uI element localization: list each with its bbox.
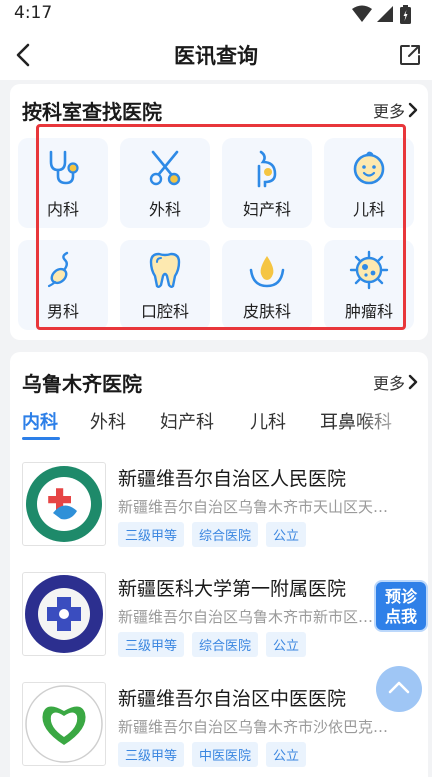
department-tile-internal[interactable]: 内科 bbox=[18, 138, 108, 228]
status-time: 4:17 bbox=[14, 3, 53, 23]
chevron-up-icon bbox=[388, 681, 410, 694]
department-tile-dental[interactable]: 口腔科 bbox=[120, 240, 210, 330]
baby-icon bbox=[353, 151, 385, 185]
tab-pediatrics[interactable]: 儿科 bbox=[250, 408, 286, 434]
hospital-emblem-icon bbox=[25, 575, 103, 653]
hospital-tags: 三级甲等 综合医院 公立 bbox=[118, 632, 307, 657]
department-tile-surgery[interactable]: 外科 bbox=[120, 138, 210, 228]
page-title: 医讯查询 bbox=[174, 44, 258, 68]
department-label: 妇产科 bbox=[242, 200, 291, 219]
department-card: 按科室查找医院 更多 内科 外科 妇产科 儿科 男科 口腔科 皮肤科 肿瘤科 bbox=[10, 84, 428, 340]
hospital-type-tag: 综合医院 bbox=[192, 632, 259, 657]
pregnant-icon bbox=[257, 150, 277, 188]
tab-surgery[interactable]: 外科 bbox=[90, 408, 126, 434]
chevron-right-icon bbox=[408, 374, 418, 390]
scissors-icon bbox=[149, 150, 181, 186]
department-tabs: 内科 外科 妇产科 儿科 耳鼻喉科 bbox=[22, 408, 416, 442]
department-tile-andrology[interactable]: 男科 bbox=[18, 240, 108, 330]
hospital-logo bbox=[22, 682, 106, 766]
hospital-address: 新疆维吾尔自治区乌鲁木齐市沙依巴克… bbox=[118, 718, 389, 736]
hospital-tags: 三级甲等 中医医院 公立 bbox=[118, 742, 307, 767]
department-section-title: 按科室查找医院 bbox=[22, 100, 162, 124]
hospital-type-tag: 综合医院 bbox=[192, 522, 259, 547]
hospital-card: 乌鲁木齐医院 更多 内科 外科 妇产科 儿科 耳鼻喉科 新疆维吾尔自治区人民医院… bbox=[10, 352, 428, 777]
department-tile-dermatology[interactable]: 皮肤科 bbox=[222, 240, 312, 330]
department-label: 肿瘤科 bbox=[344, 302, 393, 321]
signal-icon bbox=[377, 6, 393, 22]
tab-internal[interactable]: 内科 bbox=[22, 408, 58, 434]
nav-bar: 医讯查询 bbox=[0, 30, 432, 80]
tab-obgyn[interactable]: 妇产科 bbox=[160, 408, 214, 434]
battery-icon bbox=[400, 5, 411, 24]
status-bar: 4:17 bbox=[0, 0, 432, 30]
hospital-logo bbox=[22, 572, 106, 656]
hospital-emblem-icon bbox=[25, 685, 103, 763]
hospital-level-tag: 三级甲等 bbox=[118, 742, 185, 767]
department-more-link[interactable]: 更多 bbox=[373, 98, 418, 122]
tooth-icon bbox=[149, 252, 181, 288]
prediagnosis-line1: 预诊 bbox=[384, 587, 417, 606]
department-label: 皮肤科 bbox=[242, 302, 291, 321]
hospital-list-item[interactable]: 新疆维吾尔自治区人民医院 新疆维吾尔自治区乌鲁木齐市天山区天… 三级甲等 综合医… bbox=[10, 462, 428, 562]
more-label: 更多 bbox=[372, 374, 405, 393]
department-tile-pediatrics[interactable]: 儿科 bbox=[324, 138, 414, 228]
hospital-level-tag: 三级甲等 bbox=[118, 522, 185, 547]
stethoscope-icon bbox=[49, 150, 79, 185]
share-icon[interactable] bbox=[398, 43, 422, 67]
hospital-name: 新疆医科大学第一附属医院 bbox=[118, 578, 347, 600]
skin-drop-icon bbox=[249, 256, 285, 288]
department-tile-oncology[interactable]: 肿瘤科 bbox=[324, 240, 414, 330]
department-label: 口腔科 bbox=[140, 302, 189, 321]
tabs-fade bbox=[356, 408, 416, 440]
hospital-address: 新疆维吾尔自治区乌鲁木齐市新市区… bbox=[118, 608, 374, 626]
hospital-more-link[interactable]: 更多 bbox=[373, 370, 418, 394]
hospital-section-title: 乌鲁木齐医院 bbox=[22, 372, 142, 396]
hospital-ownership-tag: 公立 bbox=[266, 522, 307, 547]
hospital-address: 新疆维吾尔自治区乌鲁木齐市天山区天… bbox=[118, 498, 389, 516]
hospital-logo bbox=[22, 462, 106, 546]
hospital-emblem-icon bbox=[26, 466, 102, 542]
sperm-icon bbox=[47, 251, 69, 288]
wifi-icon bbox=[352, 5, 372, 22]
department-label: 内科 bbox=[46, 200, 79, 219]
department-label: 男科 bbox=[46, 302, 79, 321]
hospital-type-tag: 中医医院 bbox=[192, 742, 259, 767]
hospital-level-tag: 三级甲等 bbox=[118, 632, 185, 657]
department-tile-obgyn[interactable]: 妇产科 bbox=[222, 138, 312, 228]
back-to-top-button[interactable] bbox=[376, 666, 422, 712]
hospital-ownership-tag: 公立 bbox=[266, 742, 307, 767]
chevron-right-icon bbox=[408, 102, 418, 118]
hospital-list-item[interactable]: 新疆医科大学第一附属医院 新疆维吾尔自治区乌鲁木齐市新市区… 三级甲等 综合医院… bbox=[10, 572, 428, 672]
more-label: 更多 bbox=[372, 102, 405, 121]
hospital-name: 新疆维吾尔自治区中医医院 bbox=[118, 688, 347, 710]
hospital-name: 新疆维吾尔自治区人民医院 bbox=[118, 468, 347, 490]
tumor-cell-icon bbox=[349, 250, 389, 290]
hospital-ownership-tag: 公立 bbox=[266, 632, 307, 657]
active-tab-indicator bbox=[22, 437, 60, 440]
department-label: 儿科 bbox=[352, 200, 385, 219]
prediagnosis-line2: 点我 bbox=[384, 607, 417, 626]
hospital-list-item[interactable]: 新疆维吾尔自治区中医医院 新疆维吾尔自治区乌鲁木齐市沙依巴克… 三级甲等 中医医… bbox=[10, 682, 428, 777]
prediagnosis-button[interactable]: 预诊 点我 bbox=[374, 580, 428, 632]
department-label: 外科 bbox=[148, 200, 181, 219]
hospital-tags: 三级甲等 综合医院 公立 bbox=[118, 522, 307, 547]
